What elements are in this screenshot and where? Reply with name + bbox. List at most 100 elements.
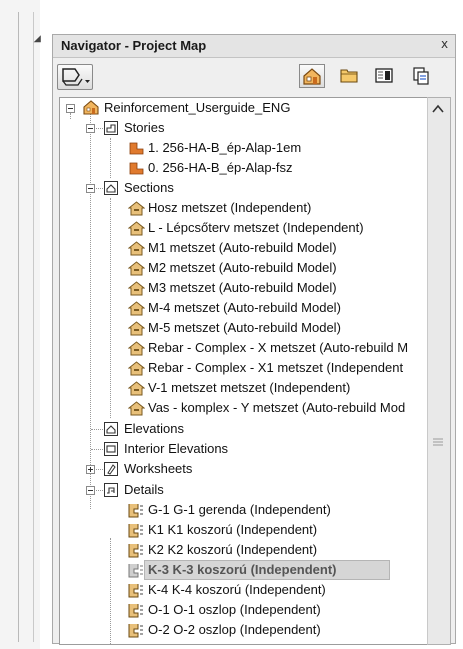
- detail-icon: [128, 504, 143, 518]
- section-icon: [128, 361, 145, 376]
- section-item[interactable]: Rebar - Complex - X1 metszet (Independen…: [60, 358, 430, 378]
- story-label: 0. 256-HA-B_ép-Alap-fsz: [148, 160, 293, 175]
- section-label: M1 metszet (Auto-rebuild Model): [148, 240, 337, 255]
- outer-dock-edge: [0, 0, 45, 649]
- section-item[interactable]: M1 metszet (Auto-rebuild Model): [60, 238, 430, 258]
- details-folder-row[interactable]: Details: [60, 480, 430, 500]
- detail-label: K1 K1 koszorú (Independent): [148, 522, 318, 537]
- tree-root-row[interactable]: Reinforcement_Userguide_ENG: [60, 98, 430, 118]
- details-label: Details: [124, 482, 164, 497]
- detail-icon: [128, 524, 143, 538]
- view-map-button[interactable]: [337, 64, 363, 88]
- detail-item[interactable]: K-4 K-4 koszorú (Independent): [60, 580, 430, 600]
- section-label: M-4 metszet (Auto-rebuild Model): [148, 300, 341, 315]
- navigator-toolbar: [53, 58, 455, 94]
- section-item[interactable]: Rebar - Complex - X metszet (Auto-rebuil…: [60, 338, 430, 358]
- section-icon: [128, 401, 145, 416]
- project-map-icon: [303, 68, 321, 85]
- project-map-button[interactable]: [299, 64, 325, 88]
- section-label: Vas - komplex - Y metszet (Auto-rebuild …: [148, 400, 406, 415]
- section-label: M2 metszet (Auto-rebuild Model): [148, 260, 337, 275]
- stories-folder-icon: [104, 121, 118, 135]
- palette-titlebar[interactable]: Navigator - Project Map x: [53, 35, 455, 58]
- section-label: L - Lépcsőterv metszet (Independent): [148, 220, 364, 235]
- worksheets-label: Worksheets: [124, 461, 193, 476]
- navigator-palette: Navigator - Project Map x Reinforcement_…: [52, 34, 456, 645]
- section-item[interactable]: Vas - komplex - Y metszet (Auto-rebuild …: [60, 398, 430, 418]
- sections-folder-row[interactable]: Sections: [60, 178, 430, 198]
- section-icon: [128, 341, 145, 356]
- detail-icon: [128, 584, 143, 598]
- story-icon: [129, 142, 144, 155]
- section-icon: [128, 241, 145, 256]
- elevations-folder-row[interactable]: Elevations: [60, 419, 430, 439]
- detail-icon: [128, 544, 143, 558]
- detail-icon: [128, 624, 143, 638]
- detail-icon: [128, 564, 143, 578]
- collapse-toggle-icon[interactable]: [66, 104, 75, 113]
- section-item[interactable]: M3 metszet (Auto-rebuild Model): [60, 278, 430, 298]
- sections-folder-icon: [104, 181, 118, 195]
- interior-elevations-folder-icon: [104, 442, 118, 456]
- details-folder-icon: [104, 483, 118, 497]
- detail-item[interactable]: O-1 O-1 oszlop (Independent): [60, 600, 430, 620]
- sections-label: Sections: [124, 180, 174, 195]
- detail-item-selected[interactable]: K-3 K-3 koszorú (Independent): [60, 560, 430, 580]
- scroll-up-arrow-icon[interactable]: [431, 102, 445, 116]
- story-label: 1. 256-HA-B_ép-Alap-1em: [148, 140, 302, 155]
- section-icon: [128, 321, 145, 336]
- section-label: M3 metszet (Auto-rebuild Model): [148, 280, 337, 295]
- section-item[interactable]: M2 metszet (Auto-rebuild Model): [60, 258, 430, 278]
- stories-label: Stories: [124, 120, 165, 135]
- publisher-button[interactable]: [409, 64, 435, 88]
- detail-item[interactable]: G-1 G-1 gerenda (Independent): [60, 500, 430, 520]
- elevations-label: Elevations: [124, 421, 184, 436]
- popup-navigator-button[interactable]: [57, 64, 93, 90]
- section-item[interactable]: M-4 metszet (Auto-rebuild Model): [60, 298, 430, 318]
- section-item[interactable]: L - Lépcsőterv metszet (Independent): [60, 218, 430, 238]
- detail-label: G-1 G-1 gerenda (Independent): [148, 502, 331, 517]
- interior-elevations-folder-row[interactable]: Interior Elevations: [60, 439, 430, 459]
- detail-item[interactable]: O-2 O-2 oszlop (Independent): [60, 620, 430, 640]
- collapse-toggle-icon[interactable]: [86, 486, 95, 495]
- section-icon: [128, 281, 145, 296]
- elevations-folder-icon: [104, 422, 118, 436]
- story-item[interactable]: 0. 256-HA-B_ép-Alap-fsz: [60, 158, 430, 178]
- detail-icon: [128, 604, 143, 618]
- story-icon: [129, 162, 144, 175]
- stories-folder-row[interactable]: Stories: [60, 118, 430, 138]
- interior-elevations-label: Interior Elevations: [124, 441, 229, 456]
- tree-root-label: Reinforcement_Userguide_ENG: [104, 100, 291, 115]
- section-icon: [128, 261, 145, 276]
- section-icon: [128, 201, 145, 216]
- collapse-toggle-icon[interactable]: [86, 124, 95, 133]
- expand-toggle-icon[interactable]: [86, 465, 95, 474]
- palette-title: Navigator - Project Map: [61, 38, 207, 53]
- section-icon: [128, 301, 145, 316]
- scroll-grip-icon[interactable]: [433, 438, 443, 446]
- story-item[interactable]: 1. 256-HA-B_ép-Alap-1em: [60, 138, 430, 158]
- worksheets-folder-row[interactable]: Worksheets: [60, 459, 430, 479]
- layout-book-button[interactable]: [372, 64, 398, 88]
- worksheets-folder-icon: [104, 462, 118, 476]
- section-item[interactable]: Hosz metszet (Independent): [60, 198, 430, 218]
- project-map-tree[interactable]: Reinforcement_Userguide_ENG Stories 1. 2…: [59, 97, 439, 645]
- dock-arrow-icon[interactable]: [33, 35, 45, 46]
- house-icon: [83, 100, 99, 115]
- vertical-scrollbar[interactable]: [427, 97, 451, 645]
- detail-item[interactable]: K2 K2 koszorú (Independent): [60, 540, 430, 560]
- popup-navigator-icon: [62, 68, 90, 86]
- collapse-toggle-icon[interactable]: [86, 184, 95, 193]
- section-label: Rebar - Complex - X1 metszet (Independen…: [148, 360, 404, 375]
- close-icon[interactable]: x: [441, 37, 448, 51]
- detail-label: O-2 O-2 oszlop (Independent): [148, 622, 321, 637]
- detail-label: K-3 K-3 koszorú (Independent): [148, 562, 337, 577]
- section-icon: [128, 221, 145, 236]
- section-item[interactable]: M-5 metszet (Auto-rebuild Model): [60, 318, 430, 338]
- section-icon: [128, 381, 145, 396]
- detail-label: K2 K2 koszorú (Independent): [148, 542, 318, 557]
- detail-item[interactable]: K1 K1 koszorú (Independent): [60, 520, 430, 540]
- section-item[interactable]: V-1 metszet metszet (Independent): [60, 378, 430, 398]
- layout-book-icon: [375, 68, 393, 83]
- section-label: M-5 metszet (Auto-rebuild Model): [148, 320, 341, 335]
